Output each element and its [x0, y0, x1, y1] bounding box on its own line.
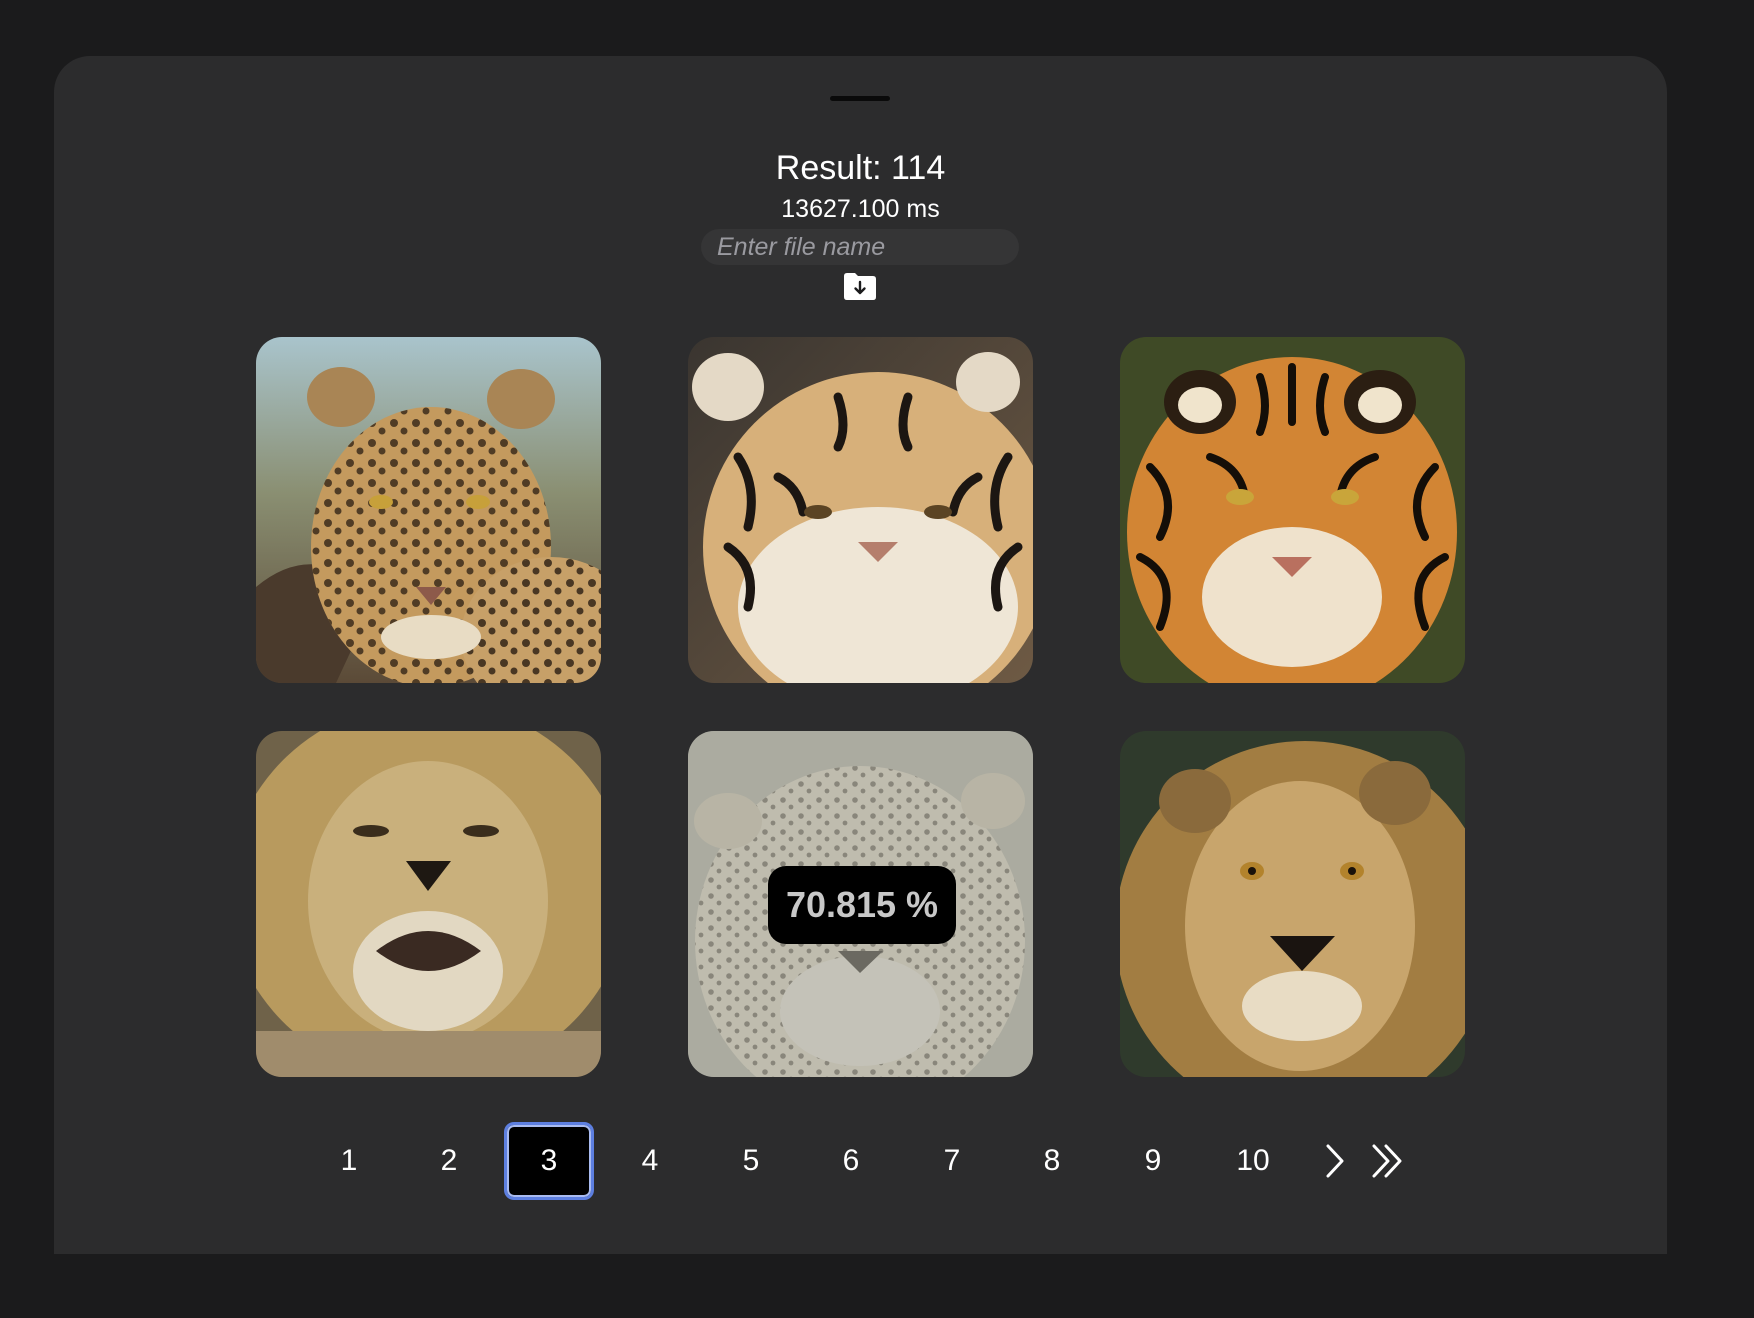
page-button-6[interactable]: 6 [806, 1122, 896, 1200]
tiger-photo [688, 337, 1033, 683]
gallery-tile-lion-2[interactable] [1120, 731, 1465, 1077]
lion-photo [1120, 731, 1465, 1077]
gallery-tile-leopard[interactable] [256, 337, 601, 683]
results-panel: Result: 114 13627.100 ms Enter file name… [54, 56, 1667, 1254]
save-results-button[interactable] [841, 270, 879, 302]
page-button-9[interactable]: 9 [1108, 1122, 1198, 1200]
page-button-2[interactable]: 2 [404, 1122, 494, 1200]
pagination: 1 2 3 4 5 6 7 8 9 10 [54, 1122, 1667, 1200]
folder-download-icon [844, 273, 876, 300]
page-button-4[interactable]: 4 [605, 1122, 695, 1200]
page-button-1[interactable]: 1 [304, 1122, 394, 1200]
gallery-tile-lion-1[interactable] [256, 731, 601, 1077]
gallery-tile-cheetah-selected[interactable]: 70.815 % [688, 731, 1033, 1077]
double-chevron-right-icon [1372, 1144, 1402, 1178]
leopard-photo [256, 337, 601, 683]
elapsed-time: 13627.100 ms [781, 195, 940, 223]
page-button-7[interactable]: 7 [907, 1122, 997, 1200]
gallery-tile-tiger-2[interactable] [1120, 337, 1465, 683]
page-button-3-current[interactable]: 3 [504, 1122, 594, 1200]
drag-handle[interactable] [830, 96, 890, 101]
page-button-10[interactable]: 10 [1208, 1122, 1298, 1200]
lion-photo [256, 731, 601, 1077]
image-gallery: 70.815 % [256, 337, 1465, 1077]
result-count: Result: 114 [775, 149, 946, 187]
tiger-photo [1120, 337, 1465, 683]
page-button-5[interactable]: 5 [706, 1122, 796, 1200]
page-button-8[interactable]: 8 [1007, 1122, 1097, 1200]
last-page-button[interactable] [1364, 1122, 1414, 1200]
gallery-tile-tiger-1[interactable] [688, 337, 1033, 683]
chevron-right-icon [1326, 1144, 1344, 1178]
next-page-button[interactable] [1314, 1122, 1354, 1200]
file-name-input[interactable] [701, 229, 1019, 265]
confidence-score-badge: 70.815 % [768, 866, 956, 944]
